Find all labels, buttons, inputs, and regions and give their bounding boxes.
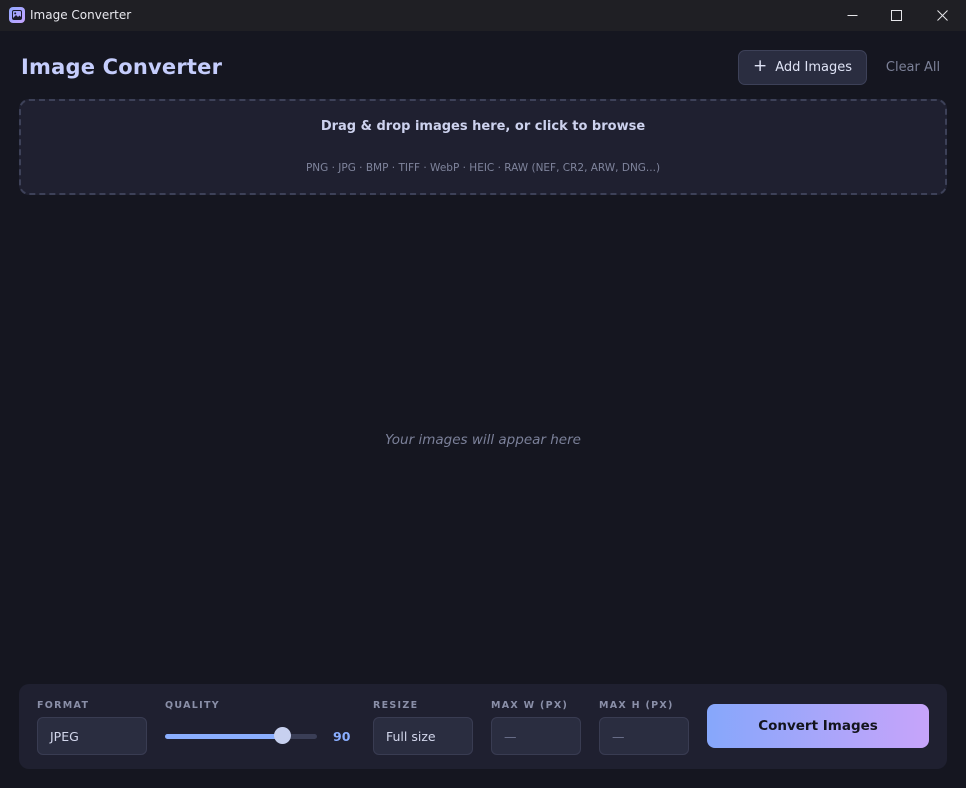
max-width-input[interactable]: — bbox=[491, 717, 581, 755]
add-images-button[interactable]: + Add Images bbox=[738, 50, 867, 85]
quality-value: 90 bbox=[333, 729, 351, 744]
empty-state-message: Your images will appear here bbox=[385, 432, 581, 448]
format-value: JPEG bbox=[50, 728, 79, 744]
quality-label: QUALITY bbox=[165, 700, 220, 711]
minimize-button[interactable] bbox=[829, 0, 875, 31]
minimize-icon bbox=[847, 15, 857, 16]
max-width-label: MAX W (PX) bbox=[491, 700, 569, 711]
resize-select[interactable]: Full size bbox=[373, 717, 473, 755]
conversion-controls: FORMAT JPEG QUALITY 90 RESIZE Full size … bbox=[19, 684, 947, 769]
max-height-label: MAX H (PX) bbox=[599, 700, 674, 711]
plus-icon: + bbox=[752, 56, 768, 76]
quality-slider-fill bbox=[165, 734, 282, 739]
quality-slider-track[interactable] bbox=[165, 734, 317, 739]
resize-label: RESIZE bbox=[373, 700, 419, 711]
supported-formats: PNG · JPG · BMP · TIFF · WebP · HEIC · R… bbox=[305, 162, 661, 174]
clear-all-button[interactable]: Clear All bbox=[880, 60, 946, 78]
app-icon bbox=[9, 7, 25, 23]
window-titlebar: Image Converter bbox=[0, 0, 966, 31]
page-title: Image Converter bbox=[21, 55, 223, 79]
maximize-button[interactable] bbox=[873, 0, 919, 31]
close-icon bbox=[936, 10, 948, 21]
close-button[interactable] bbox=[919, 0, 965, 31]
format-select[interactable]: JPEG bbox=[37, 717, 147, 755]
resize-value: Full size bbox=[386, 728, 436, 744]
window-title: Image Converter bbox=[30, 8, 132, 22]
max-width-placeholder: — bbox=[504, 728, 517, 744]
max-height-placeholder: — bbox=[612, 728, 625, 744]
drop-zone-instructions: Drag & drop images here, or click to bro… bbox=[320, 119, 646, 134]
maximize-icon bbox=[890, 10, 902, 21]
format-label: FORMAT bbox=[37, 700, 90, 711]
max-height-input[interactable]: — bbox=[599, 717, 689, 755]
drop-zone[interactable]: Drag & drop images here, or click to bro… bbox=[19, 99, 947, 195]
quality-slider-thumb[interactable] bbox=[273, 727, 291, 744]
add-images-label: Add Images bbox=[775, 60, 853, 75]
convert-images-button[interactable]: Convert Images bbox=[707, 704, 929, 748]
